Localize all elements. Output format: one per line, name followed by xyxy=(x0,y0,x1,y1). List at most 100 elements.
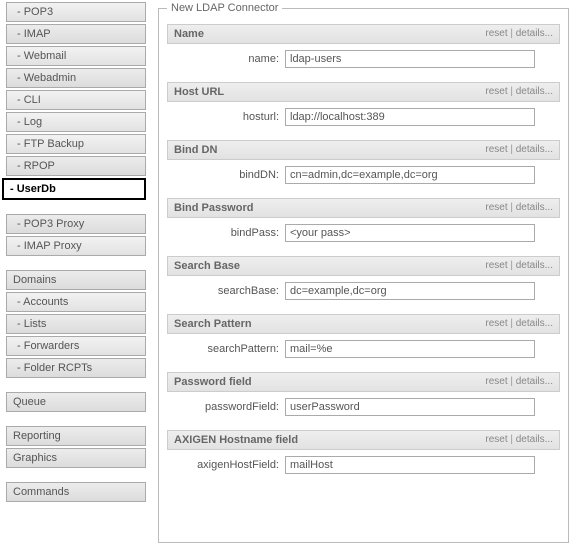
sidebar-item[interactable]: - Folder RCPTs xyxy=(6,358,146,378)
details-link[interactable]: details... xyxy=(516,86,553,97)
searchbase-input[interactable] xyxy=(285,282,535,300)
link-separator: | xyxy=(508,202,516,213)
section-links: reset | details... xyxy=(485,83,553,101)
section-header: AXIGEN Hostname fieldreset | details... xyxy=(167,430,560,450)
section-header: Host URLreset | details... xyxy=(167,82,560,102)
section-header: Search Basereset | details... xyxy=(167,256,560,276)
sidebar-item[interactable]: Reporting xyxy=(6,426,146,446)
sidebar-item[interactable]: Commands xyxy=(6,482,146,502)
sidebar-item[interactable]: - FTP Backup xyxy=(6,134,146,154)
details-link[interactable]: details... xyxy=(516,318,553,329)
field-row: hosturl: xyxy=(167,108,560,126)
passfield-input[interactable] xyxy=(285,398,535,416)
sidebar-item[interactable]: - Webadmin xyxy=(6,68,146,88)
sidebar-item[interactable]: - Lists xyxy=(6,314,146,334)
section-links: reset | details... xyxy=(485,257,553,275)
section-links: reset | details... xyxy=(485,141,553,159)
section-title: AXIGEN Hostname field xyxy=(174,431,485,449)
section-passfield: Password fieldreset | details... password… xyxy=(167,372,560,416)
details-link[interactable]: details... xyxy=(516,28,553,39)
ldap-connector-panel: New LDAP Connector Namereset | details..… xyxy=(158,2,569,543)
name-input[interactable] xyxy=(285,50,535,68)
details-link[interactable]: details... xyxy=(516,144,553,155)
reset-link[interactable]: reset xyxy=(485,260,507,271)
sidebar-item[interactable]: - Forwarders xyxy=(6,336,146,356)
section-links: reset | details... xyxy=(485,373,553,391)
field-row: searchBase: xyxy=(167,282,560,300)
section-links: reset | details... xyxy=(485,25,553,43)
searchpat-input[interactable] xyxy=(285,340,535,358)
link-separator: | xyxy=(508,86,516,97)
sidebar-item[interactable]: Graphics xyxy=(6,448,146,468)
sidebar-item[interactable]: - POP3 xyxy=(6,2,146,22)
reset-link[interactable]: reset xyxy=(485,28,507,39)
link-separator: | xyxy=(508,144,516,155)
sidebar-item[interactable]: - Webmail xyxy=(6,46,146,66)
section-binddn: Bind DNreset | details... bindDN: xyxy=(167,140,560,184)
reset-link[interactable]: reset xyxy=(485,434,507,445)
field-row: bindPass: xyxy=(167,224,560,242)
name-label: name: xyxy=(167,53,285,65)
section-title: Host URL xyxy=(174,83,485,101)
section-links: reset | details... xyxy=(485,431,553,449)
section-title: Bind Password xyxy=(174,199,485,217)
section-searchpat: Search Patternreset | details... searchPa… xyxy=(167,314,560,358)
section-name: Namereset | details... name: xyxy=(167,24,560,68)
field-row: bindDN: xyxy=(167,166,560,184)
sidebar-item[interactable]: - CLI xyxy=(6,90,146,110)
sidebar-item[interactable]: - UserDb xyxy=(2,178,146,200)
binddn-label: bindDN: xyxy=(167,169,285,181)
sidebar: - POP3- IMAP- Webmail- Webadmin- CLI- Lo… xyxy=(0,0,146,543)
link-separator: | xyxy=(508,318,516,329)
details-link[interactable]: details... xyxy=(516,260,553,271)
hosturl-input[interactable] xyxy=(285,108,535,126)
section-searchbase: Search Basereset | details... searchBase: xyxy=(167,256,560,300)
reset-link[interactable]: reset xyxy=(485,86,507,97)
section-title: Password field xyxy=(174,373,485,391)
field-row: passwordField: xyxy=(167,398,560,416)
reset-link[interactable]: reset xyxy=(485,376,507,387)
link-separator: | xyxy=(508,260,516,271)
field-row: searchPattern: xyxy=(167,340,560,358)
hostfield-input[interactable] xyxy=(285,456,535,474)
section-links: reset | details... xyxy=(485,315,553,333)
reset-link[interactable]: reset xyxy=(485,144,507,155)
section-title: Search Base xyxy=(174,257,485,275)
details-link[interactable]: details... xyxy=(516,202,553,213)
searchbase-label: searchBase: xyxy=(167,285,285,297)
bindpass-label: bindPass: xyxy=(167,227,285,239)
section-header: Namereset | details... xyxy=(167,24,560,44)
section-bindpass: Bind Passwordreset | details... bindPass: xyxy=(167,198,560,242)
field-row: axigenHostField: xyxy=(167,456,560,474)
sidebar-item[interactable]: - Log xyxy=(6,112,146,132)
section-header: Bind Passwordreset | details... xyxy=(167,198,560,218)
sidebar-item[interactable]: - IMAP xyxy=(6,24,146,44)
sidebar-item[interactable]: - Accounts xyxy=(6,292,146,312)
section-title: Search Pattern xyxy=(174,315,485,333)
passfield-label: passwordField: xyxy=(167,401,285,413)
section-hosturl: Host URLreset | details... hosturl: xyxy=(167,82,560,126)
binddn-input[interactable] xyxy=(285,166,535,184)
section-title: Name xyxy=(174,25,485,43)
sidebar-item[interactable]: - IMAP Proxy xyxy=(6,236,146,256)
section-header: Search Patternreset | details... xyxy=(167,314,560,334)
searchpat-label: searchPattern: xyxy=(167,343,285,355)
bindpass-input[interactable] xyxy=(285,224,535,242)
sidebar-item[interactable]: Domains xyxy=(6,270,146,290)
link-separator: | xyxy=(508,434,516,445)
hostfield-label: axigenHostField: xyxy=(167,459,285,471)
details-link[interactable]: details... xyxy=(516,434,553,445)
field-row: name: xyxy=(167,50,560,68)
details-link[interactable]: details... xyxy=(516,376,553,387)
link-separator: | xyxy=(508,28,516,39)
sidebar-item[interactable]: Queue xyxy=(6,392,146,412)
sidebar-item[interactable]: - POP3 Proxy xyxy=(6,214,146,234)
section-header: Password fieldreset | details... xyxy=(167,372,560,392)
section-header: Bind DNreset | details... xyxy=(167,140,560,160)
sidebar-item[interactable]: - RPOP xyxy=(6,156,146,176)
main-content: New LDAP Connector Namereset | details..… xyxy=(146,0,575,543)
reset-link[interactable]: reset xyxy=(485,318,507,329)
section-title: Bind DN xyxy=(174,141,485,159)
reset-link[interactable]: reset xyxy=(485,202,507,213)
link-separator: | xyxy=(508,376,516,387)
